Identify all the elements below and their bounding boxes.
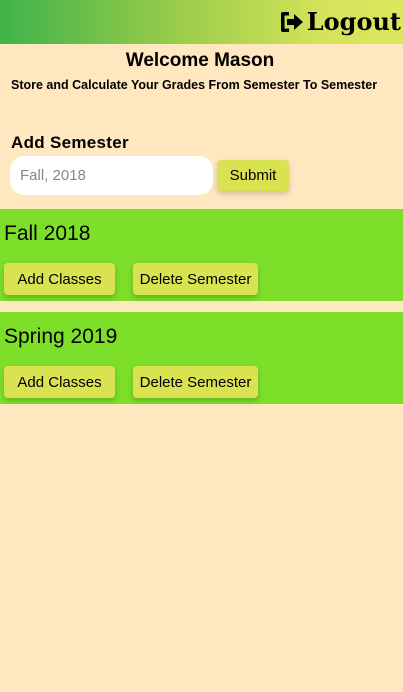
semester-title: Spring 2019 [4,325,118,348]
delete-semester-button[interactable]: Delete Semester [133,263,258,295]
page-subtitle: Store and Calculate Your Grades From Sem… [11,78,378,92]
semester-card: Spring 2019 Add Classes Delete Semester [0,312,403,404]
header-bar: Logout [0,0,403,44]
add-classes-button[interactable]: Add Classes [4,263,115,295]
submit-button[interactable]: Submit [217,160,289,191]
semester-card: Fall 2018 Add Classes Delete Semester [0,209,403,301]
sign-out-icon [280,12,303,32]
semester-title: Fall 2018 [4,222,91,245]
add-semester-heading: Add Semester [11,133,129,152]
semester-input[interactable] [10,156,213,195]
welcome-heading: Welcome Mason [125,50,275,71]
add-classes-button[interactable]: Add Classes [4,366,115,398]
delete-semester-button[interactable]: Delete Semester [133,366,258,398]
logout-button[interactable]: Logout [279,7,401,37]
logout-label: Logout [306,7,401,36]
